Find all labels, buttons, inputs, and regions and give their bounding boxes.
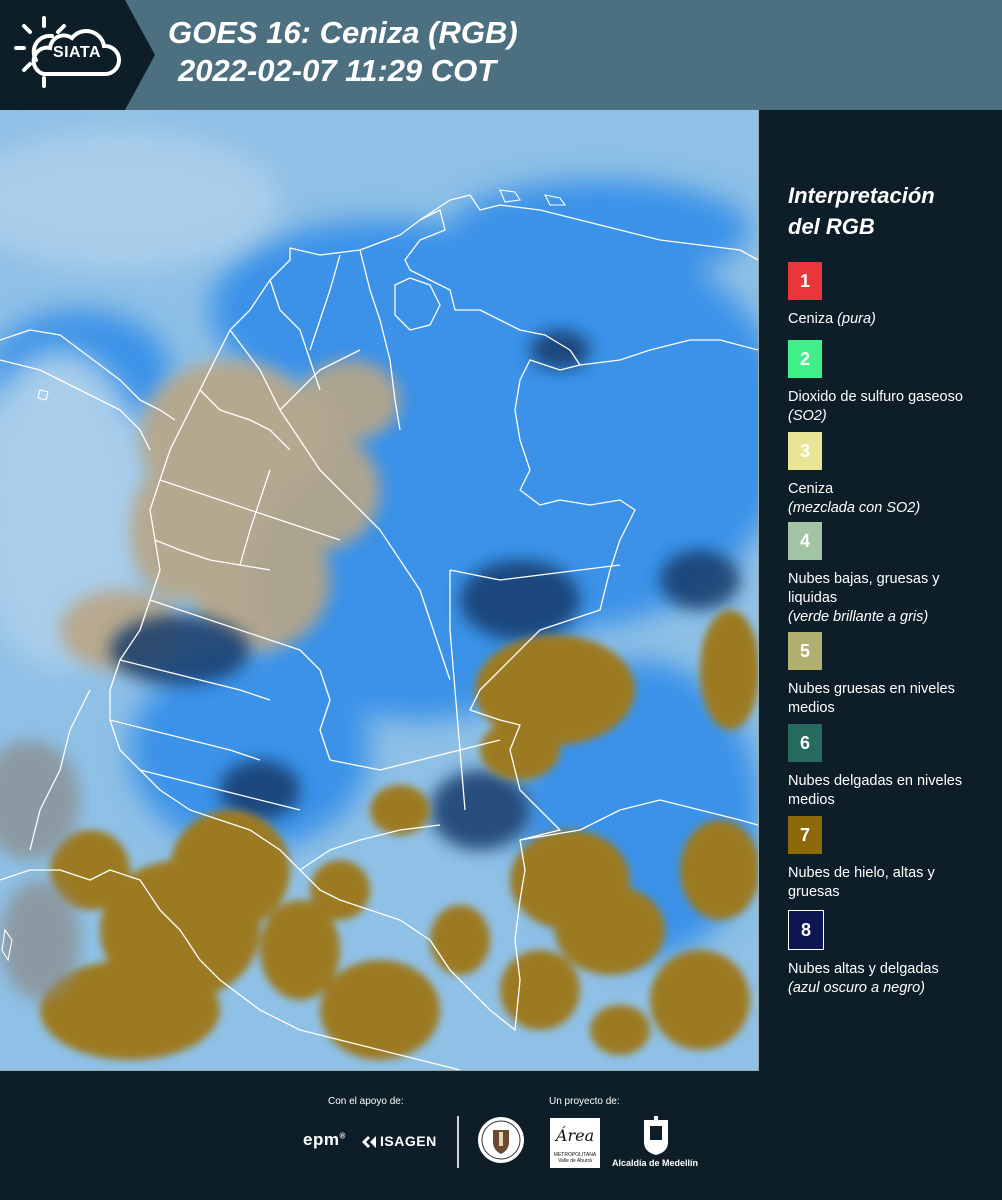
legend-item-1: 1 Ceniza (pura): [788, 262, 876, 329]
area-metropolitana-subtitle: METROPOLITANA Valle de Aburrá: [553, 1152, 597, 1164]
legend-swatch-3: 3: [788, 432, 822, 470]
legend-label-1: Ceniza (pura): [788, 310, 876, 329]
legend-swatch-2: 2: [788, 340, 822, 378]
legend-swatch-4: 4: [788, 522, 822, 560]
legend-title: Interpretación del RGB: [788, 180, 988, 242]
isagen-wordmark: ISAGEN: [380, 1133, 437, 1149]
header-bar: SIATA GOES 16: Ceniza (RGB) 2022-02-07 1…: [0, 0, 1002, 110]
title-timestamp: 2022-02-07 11:29 COT: [178, 53, 497, 88]
legend-swatch-6: 6: [788, 724, 822, 762]
legend-label-1-text: Ceniza: [788, 311, 838, 327]
siata-wordmark: SIATA: [52, 44, 102, 61]
legend-item-6: 6 Nubes delgadas en niveles medios: [788, 724, 988, 810]
legend-item-8: 8 Nubes altas y delgadas (azul oscuro a n…: [788, 910, 939, 998]
satellite-map-image: [0, 110, 758, 1070]
legend-item-4: 4 Nubes bajas, gruesas y liquidas (verde …: [788, 522, 988, 627]
support-label: Con el apoyo de:: [328, 1096, 404, 1107]
satellite-map[interactable]: [0, 110, 759, 1071]
alcaldia-medellin-label: Alcaldía de Medellín: [612, 1158, 699, 1168]
legend-item-7: 7 Nubes de hielo, altas y gruesas: [788, 816, 988, 902]
legend-label-3-note: (mezclada con SO2): [788, 500, 921, 516]
legend-title-line2: del RGB: [788, 214, 875, 239]
legend-label-5: Nubes gruesas en niveles medios: [788, 681, 955, 716]
legend-label-2-note: (SO2): [788, 408, 827, 424]
siata-logo[interactable]: SIATA: [0, 0, 155, 110]
project-label: Un proyecto de:: [549, 1096, 620, 1107]
area-metropolitana-name: Área: [555, 1126, 595, 1145]
legend-label-8: Nubes altas y delgadas (azul oscuro a neg…: [788, 960, 939, 998]
legend-item-5: 5 Nubes gruesas en niveles medios: [788, 632, 988, 718]
epm-logo[interactable]: epm®: [303, 1130, 346, 1150]
legend-label-4-note: (verde brillante a gris): [788, 609, 929, 625]
legend-label-1-note: (pura): [837, 311, 876, 327]
legend-label-3: Ceniza (mezclada con SO2): [788, 480, 920, 518]
legend-label-6: Nubes delgadas en niveles medios: [788, 773, 963, 808]
legend-label-8-note: (azul oscuro a negro): [788, 980, 926, 996]
legend-label-2: Dioxido de sulfuro gaseoso (SO2): [788, 388, 988, 426]
page-title: GOES 16: Ceniza (RGB) 2022-02-07 11:29 C…: [168, 14, 518, 90]
legend-swatch-1: 1: [788, 262, 822, 300]
legend-swatch-8: 8: [788, 910, 824, 950]
legend-label-2-text: Dioxido de sulfuro gaseoso: [788, 389, 963, 405]
epm-wordmark: epm: [303, 1130, 340, 1149]
legend-label-4: Nubes bajas, gruesas y liquidas (verde br…: [788, 570, 988, 627]
medellin-seal-icon[interactable]: [477, 1116, 525, 1164]
footer-divider: [457, 1116, 459, 1168]
legend-swatch-5: 5: [788, 632, 822, 670]
rgb-legend: Interpretación del RGB 1 Ceniza (pura) 2…: [788, 180, 988, 996]
footer: Con el apoyo de: Un proyecto de: epm® IS…: [0, 1072, 1002, 1200]
legend-item-2: 2 Dioxido de sulfuro gaseoso (SO2): [788, 340, 988, 426]
alcaldia-crest-icon[interactable]: [642, 1116, 670, 1156]
legend-item-3: 3 Ceniza (mezclada con SO2): [788, 432, 920, 518]
legend-title-line1: Interpretación: [788, 183, 935, 208]
isagen-icon: [362, 1136, 376, 1149]
isagen-logo[interactable]: ISAGEN: [360, 1133, 437, 1150]
area-metropolitana-logo[interactable]: Área METROPOLITANA Valle de Aburrá: [550, 1118, 600, 1168]
legend-label-3-text: Ceniza: [788, 481, 834, 497]
legend-swatch-7: 7: [788, 816, 822, 854]
legend-label-4-text: Nubes bajas, gruesas y liquidas: [788, 571, 940, 606]
legend-label-7: Nubes de hielo, altas y gruesas: [788, 865, 935, 900]
legend-label-8-text: Nubes altas y delgadas: [788, 961, 939, 977]
title-product: GOES 16: Ceniza (RGB): [168, 15, 518, 50]
